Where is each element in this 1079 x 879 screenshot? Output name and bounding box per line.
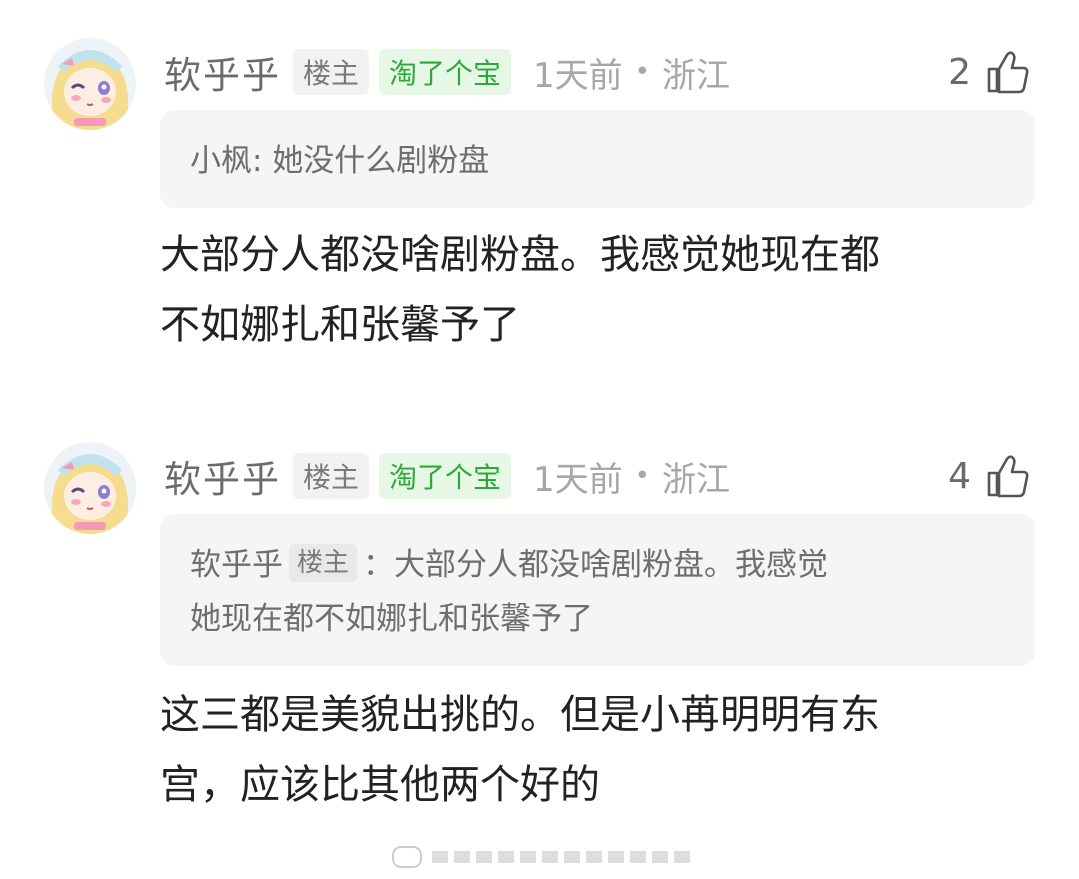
- timestamp: 1天前: [533, 55, 623, 96]
- indicator-bar: [432, 851, 692, 863]
- comment-text-line: 这三都是美貌出挑的。但是小苒明明有东: [160, 692, 880, 738]
- like-button[interactable]: 4: [948, 448, 1031, 504]
- timestamp: 1天前: [533, 459, 623, 500]
- quote-text: ：大部分人都没啥剧粉盘。我感觉: [363, 547, 829, 583]
- comment-text-line: 不如娜扎和张馨予了: [160, 302, 520, 348]
- op-tag: 楼主: [293, 453, 370, 499]
- indicator-pill: [392, 846, 422, 868]
- thumbs-up-icon: [987, 51, 1029, 94]
- avatar-image: [44, 38, 136, 130]
- location: 浙江: [662, 55, 731, 96]
- comment-header: 软乎乎 楼主 淘了个宝 1天前 • 浙江: [164, 44, 730, 100]
- separator-dot: •: [634, 57, 651, 87]
- comment-text-line: 大部分人都没啥剧粉盘。我感觉她现在都: [160, 232, 880, 278]
- separator-dot: •: [634, 461, 651, 491]
- quote-op-tag: 楼主: [289, 544, 358, 582]
- quote-author[interactable]: 小枫: [190, 143, 252, 179]
- comment-text-line: 宫，应该比其他两个好的: [160, 762, 600, 808]
- comment-text: 大部分人都没啥剧粉盘。我感觉她现在都 不如娜扎和张馨予了: [160, 220, 1040, 360]
- location: 浙江: [662, 459, 731, 500]
- username[interactable]: 软乎乎: [164, 449, 281, 503]
- like-button[interactable]: 2: [948, 44, 1031, 100]
- comment-text: 这三都是美貌出挑的。但是小苒明明有东 宫，应该比其他两个好的: [160, 680, 1040, 820]
- like-count: 4: [948, 455, 971, 497]
- quoted-reply[interactable]: 小枫: 她没什么剧粉盘: [160, 110, 1035, 208]
- quote-text: 她没什么剧粉盘: [272, 143, 490, 179]
- comment-header: 软乎乎 楼主 淘了个宝 1天前 • 浙江: [164, 448, 730, 504]
- quote-separator: :: [252, 143, 273, 179]
- user-badge[interactable]: 淘了个宝: [379, 453, 512, 499]
- user-badge[interactable]: 淘了个宝: [379, 49, 512, 95]
- like-count: 2: [948, 51, 971, 93]
- op-tag: 楼主: [293, 49, 370, 95]
- quote-author[interactable]: 软乎乎: [190, 547, 283, 583]
- username[interactable]: 软乎乎: [164, 45, 281, 99]
- avatar[interactable]: [44, 442, 136, 534]
- quote-text: 她现在都不如娜扎和张馨予了: [190, 601, 593, 637]
- avatar-image: [44, 442, 136, 534]
- thumbs-up-icon: [987, 455, 1029, 498]
- quoted-reply[interactable]: 软乎乎 楼主 ：大部分人都没啥剧粉盘。我感觉 她现在都不如娜扎和张馨予了: [160, 514, 1035, 666]
- avatar[interactable]: [44, 38, 136, 130]
- load-more-indicator: [392, 846, 692, 868]
